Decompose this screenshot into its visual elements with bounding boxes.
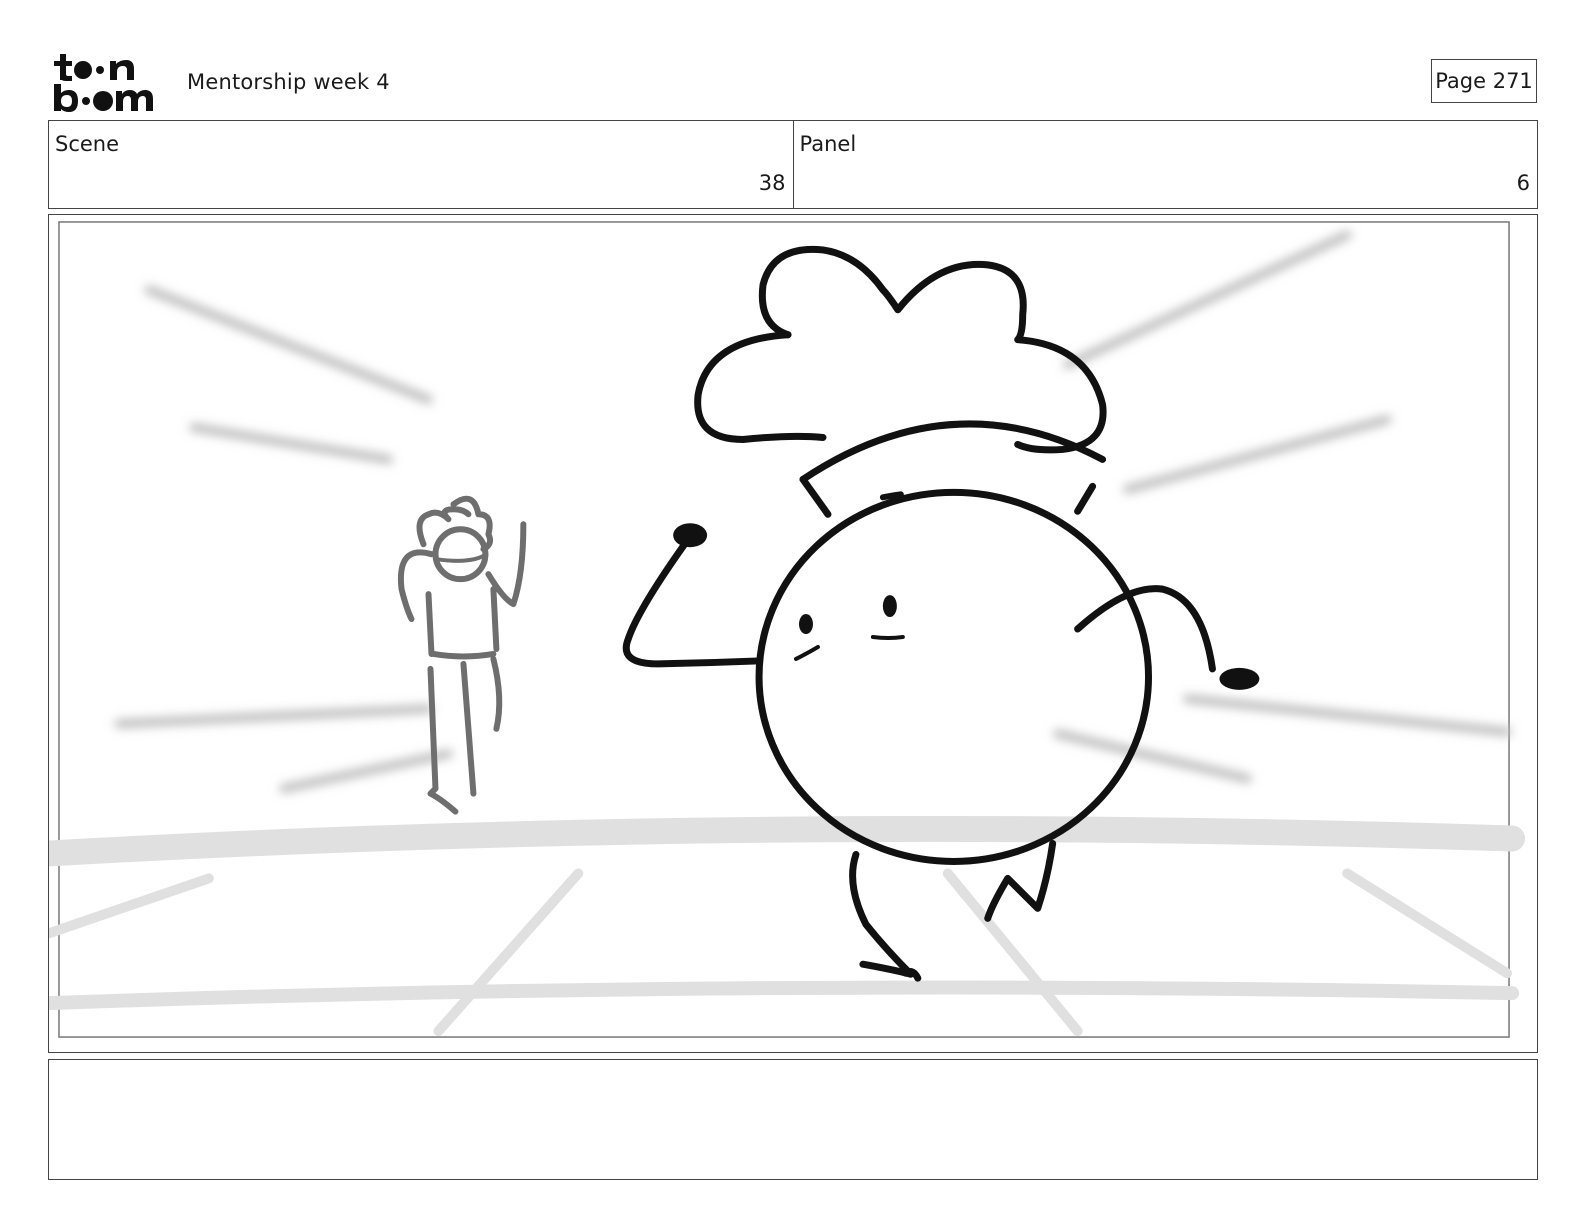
page-number-box: Page 271 [1431,59,1537,103]
panel-cell: Panel 6 [792,121,1538,208]
scene-cell: Scene 38 [49,121,793,208]
storyboard-sketch [49,221,1526,1038]
panel-notes[interactable] [48,1059,1538,1180]
scene-value: 38 [758,171,786,195]
storyboard-frame [48,214,1538,1053]
project-title: Mentorship week 4 [187,70,390,94]
page-label: Page 271 [1435,69,1533,93]
speed-lines [114,230,1512,794]
floor-grid [49,815,1526,1037]
chef-character [622,245,1260,982]
panel-value: 6 [1516,171,1530,195]
background-character [397,495,527,815]
toon-boom-logo [54,54,153,112]
scene-panel-info: Scene 38 Panel 6 [48,120,1538,209]
panel-label: Panel [799,132,857,156]
scene-label: Scene [55,132,120,156]
